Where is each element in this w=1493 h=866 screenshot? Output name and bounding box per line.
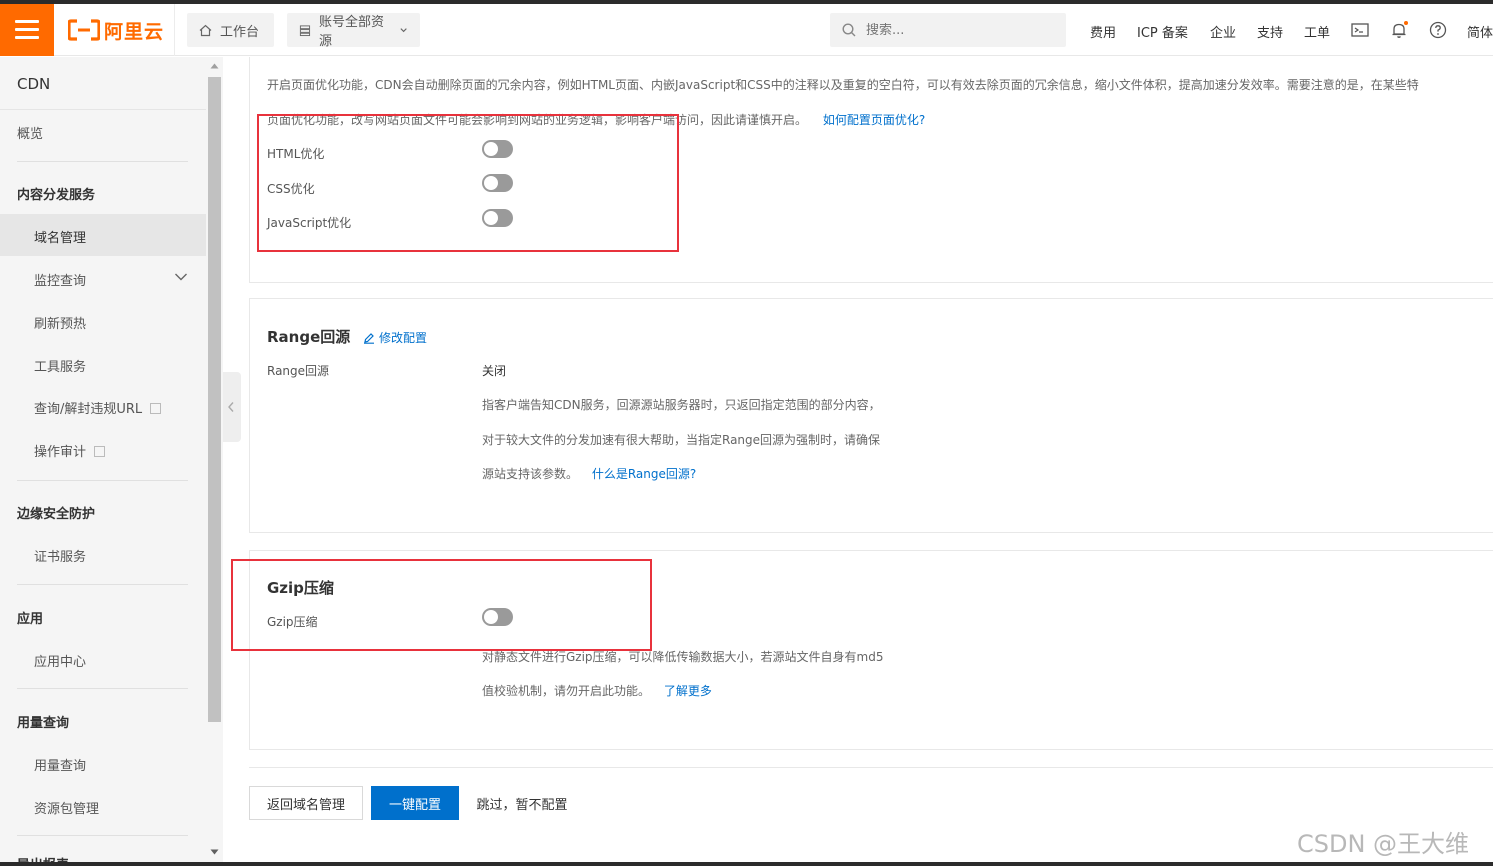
one-click-config-button[interactable]: 一键配置	[371, 786, 459, 820]
skip-config-button[interactable]: 跳过，暂不配置	[470, 786, 574, 820]
range-description-line2: 对于较大文件的分发加速有很大帮助，当指定Range回源为强制时，请确保	[482, 433, 881, 447]
sidebar-divider	[17, 835, 188, 836]
workbench-button[interactable]: 工作台	[187, 13, 274, 47]
terminal-icon[interactable]	[1350, 20, 1370, 40]
sidebar-title-divider	[0, 109, 206, 110]
edit-pencil-icon	[364, 332, 374, 344]
sidebar-item-usage-query[interactable]: 用量查询	[34, 755, 86, 774]
server-icon	[299, 24, 311, 36]
aliyun-logo-icon	[68, 19, 100, 41]
sidebar-item-overview[interactable]: 概览	[17, 123, 43, 142]
range-edit-config-label: 修改配置	[379, 331, 428, 345]
range-origin-label: Range回源	[267, 364, 330, 378]
footer-divider	[249, 767, 1493, 768]
sidebar-divider	[17, 480, 188, 481]
range-edit-config-button[interactable]: 修改配置	[363, 329, 427, 346]
hamburger-menu-button[interactable]	[0, 4, 54, 56]
learn-more-link[interactable]: 了解更多	[664, 684, 712, 698]
sidebar-divider	[17, 584, 188, 585]
chevron-down-icon	[175, 273, 187, 281]
range-description-text: 源站支持该参数。	[482, 467, 579, 481]
sidebar-item-certificates[interactable]: 证书服务	[34, 546, 86, 565]
workbench-label: 工作台	[220, 24, 260, 40]
global-search[interactable]	[830, 13, 1066, 47]
sidebar-group-usage: 用量查询	[17, 716, 70, 731]
sidebar-scrollbar[interactable]	[206, 57, 223, 862]
page-optimization-description-line1: 开启页面优化功能，CDN会自动删除页面的冗余内容，例如HTML页面、内嵌Java…	[267, 78, 1419, 92]
range-origin-value: 关闭	[482, 364, 507, 378]
header-link-support[interactable]: 支持	[1257, 22, 1283, 41]
top-navigation-bar: 阿里云 工作台 账号全部资源 费用 ICP 备案 企业 支持 工单	[0, 4, 1493, 56]
gzip-description-line2: 值校验机制，请勿开启此功能。 了解更多	[482, 682, 712, 699]
sidebar-item-refresh[interactable]: 刷新预热	[34, 313, 86, 332]
sidebar-scroll-thumb[interactable]	[208, 77, 221, 722]
how-to-configure-page-optimization-link[interactable]: 如何配置页面优化?	[823, 113, 925, 127]
notification-bell-icon[interactable]	[1389, 20, 1409, 40]
sidebar-item-domain-management[interactable]: 域名管理	[34, 227, 86, 246]
sidebar-item-monitor-label: 监控查询	[34, 274, 87, 289]
external-link-icon	[94, 446, 106, 457]
external-link-icon	[150, 403, 162, 414]
gzip-description-text: 值校验机制，请勿开启此功能。	[482, 684, 651, 698]
cdn-sidebar: CDN 概览 内容分发服务 域名管理 监控查询 刷新预热 工具服务 查询/解封违…	[0, 57, 206, 862]
header-link-icp[interactable]: ICP 备案	[1137, 22, 1188, 41]
range-description-line3: 源站支持该参数。 什么是Range回源?	[482, 465, 696, 482]
home-icon	[199, 24, 212, 36]
what-is-range-origin-link[interactable]: 什么是Range回源?	[592, 467, 696, 481]
sidebar-item-resource-packages[interactable]: 资源包管理	[34, 798, 99, 817]
chevron-left-icon	[228, 402, 234, 412]
logo-text: 阿里云	[104, 20, 165, 43]
sidebar-item-monitor[interactable]: 监控查询	[34, 270, 189, 289]
search-icon	[842, 23, 856, 37]
sidebar-item-illegal-url[interactable]: 查询/解封违规URL	[34, 398, 162, 417]
range-description-line1: 指客户端告知CDN服务，回源源站服务器时，只返回指定范围的部分内容，	[482, 398, 881, 412]
range-origin-title: Range回源	[267, 328, 351, 346]
resources-dropdown[interactable]: 账号全部资源	[287, 13, 420, 49]
search-input[interactable]	[866, 22, 1046, 38]
sidebar-item-audit[interactable]: 操作审计	[34, 441, 106, 460]
window-bottom-edge	[0, 862, 1493, 866]
scroll-up-arrow-icon[interactable]	[210, 63, 219, 69]
sidebar-group-apps: 应用	[17, 612, 44, 627]
resources-label: 账号全部资源	[318, 15, 384, 49]
sidebar-title: CDN	[17, 75, 51, 93]
header-link-billing[interactable]: 费用	[1090, 22, 1116, 41]
scroll-down-arrow-icon[interactable]	[210, 849, 219, 855]
sidebar-group-reports-cut-off: 导出报表	[17, 854, 69, 862]
csdn-watermark: CSDN @王大维	[1297, 830, 1470, 858]
sidebar-item-app-center[interactable]: 应用中心	[34, 651, 86, 670]
sidebar-divider	[17, 688, 188, 689]
header-link-enterprise[interactable]: 企业	[1210, 22, 1236, 41]
language-switch[interactable]: 简体	[1467, 22, 1493, 41]
sidebar-group-edge-security: 边缘安全防护	[17, 507, 96, 522]
aliyun-logo[interactable]: 阿里云	[68, 16, 164, 44]
sidebar-item-illegal-url-label: 查询/解封违规URL	[34, 402, 143, 417]
sidebar-divider	[17, 161, 188, 162]
highlight-box-page-optimization	[257, 114, 679, 252]
sidebar-collapse-button[interactable]	[223, 372, 241, 442]
sidebar-item-audit-label: 操作审计	[34, 445, 87, 460]
highlight-box-gzip	[231, 559, 652, 651]
header-link-tickets[interactable]: 工单	[1304, 22, 1330, 41]
sidebar-active-highlight	[0, 214, 206, 256]
header-divider	[174, 4, 175, 56]
sidebar-group-content-delivery: 内容分发服务	[17, 188, 96, 203]
range-origin-panel	[249, 298, 1493, 533]
help-icon[interactable]	[1428, 20, 1448, 40]
sidebar-item-tools[interactable]: 工具服务	[34, 356, 86, 375]
back-to-domain-management-button[interactable]: 返回域名管理	[249, 786, 363, 820]
chevron-down-icon	[400, 28, 407, 33]
